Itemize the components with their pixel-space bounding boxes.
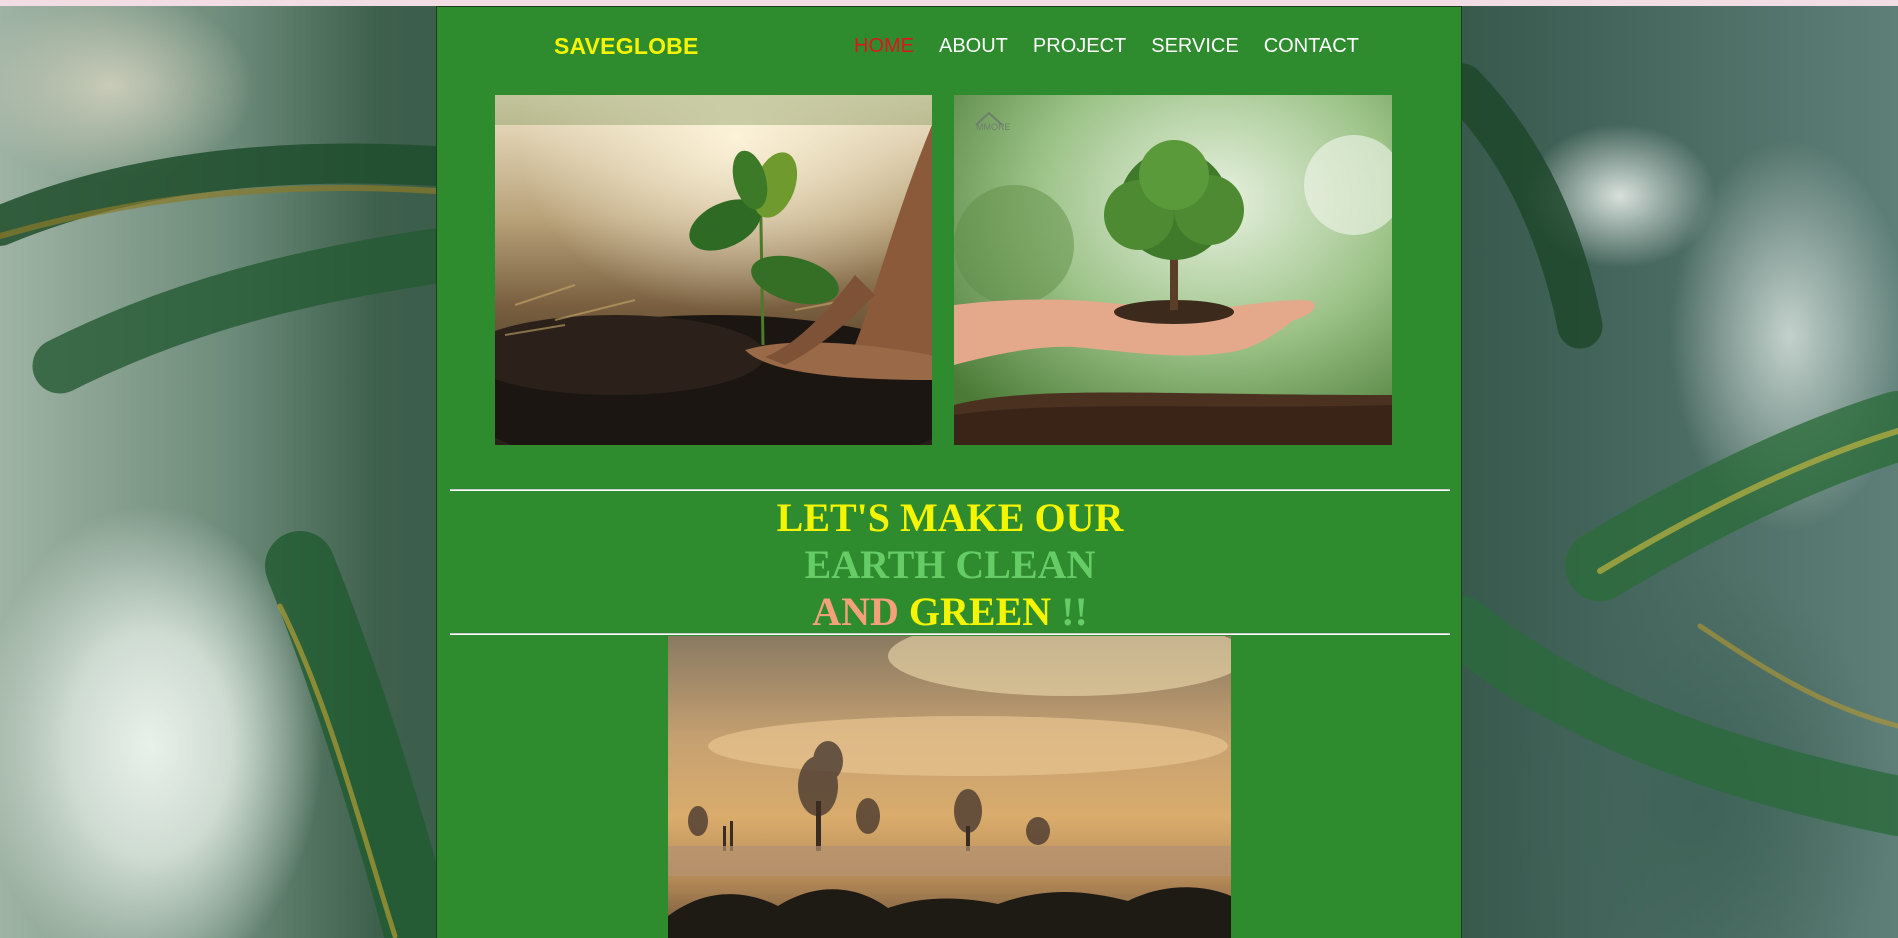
headline-line-2: EARTH CLEAN: [804, 542, 1096, 587]
svg-text:MMORE: MMORE: [976, 122, 1011, 132]
headline-line-3: AND GREEN !!: [437, 588, 1461, 635]
seedling-photo: [495, 95, 932, 445]
hero-headline: LET'S MAKE OUR EARTH CLEAN AND GREEN !!: [437, 494, 1461, 635]
headline-exclamation: !!: [1061, 589, 1088, 634]
divider-bottom: [450, 633, 1450, 635]
nav-item-project[interactable]: PROJECT: [1033, 35, 1126, 58]
nav-item-service[interactable]: SERVICE: [1151, 35, 1238, 58]
nav-item-home[interactable]: HOME: [854, 35, 914, 58]
tree-in-hand-photo: MMORE: [954, 95, 1392, 445]
main-content-panel: SAVEGLOBE HOME ABOUT PROJECT SERVICE CON…: [436, 6, 1462, 938]
headline-word-green: GREEN: [908, 589, 1052, 634]
pollution-photo: [668, 636, 1231, 938]
main-nav: HOME ABOUT PROJECT SERVICE CONTACT: [854, 35, 1359, 58]
nav-item-about[interactable]: ABOUT: [939, 35, 1008, 58]
headline-line-1: LET'S MAKE OUR: [776, 495, 1124, 540]
divider-top: [450, 489, 1450, 491]
nav-item-contact[interactable]: CONTACT: [1264, 35, 1359, 58]
brand-logo[interactable]: SAVEGLOBE: [554, 33, 699, 60]
headline-word-and: AND: [812, 589, 899, 634]
